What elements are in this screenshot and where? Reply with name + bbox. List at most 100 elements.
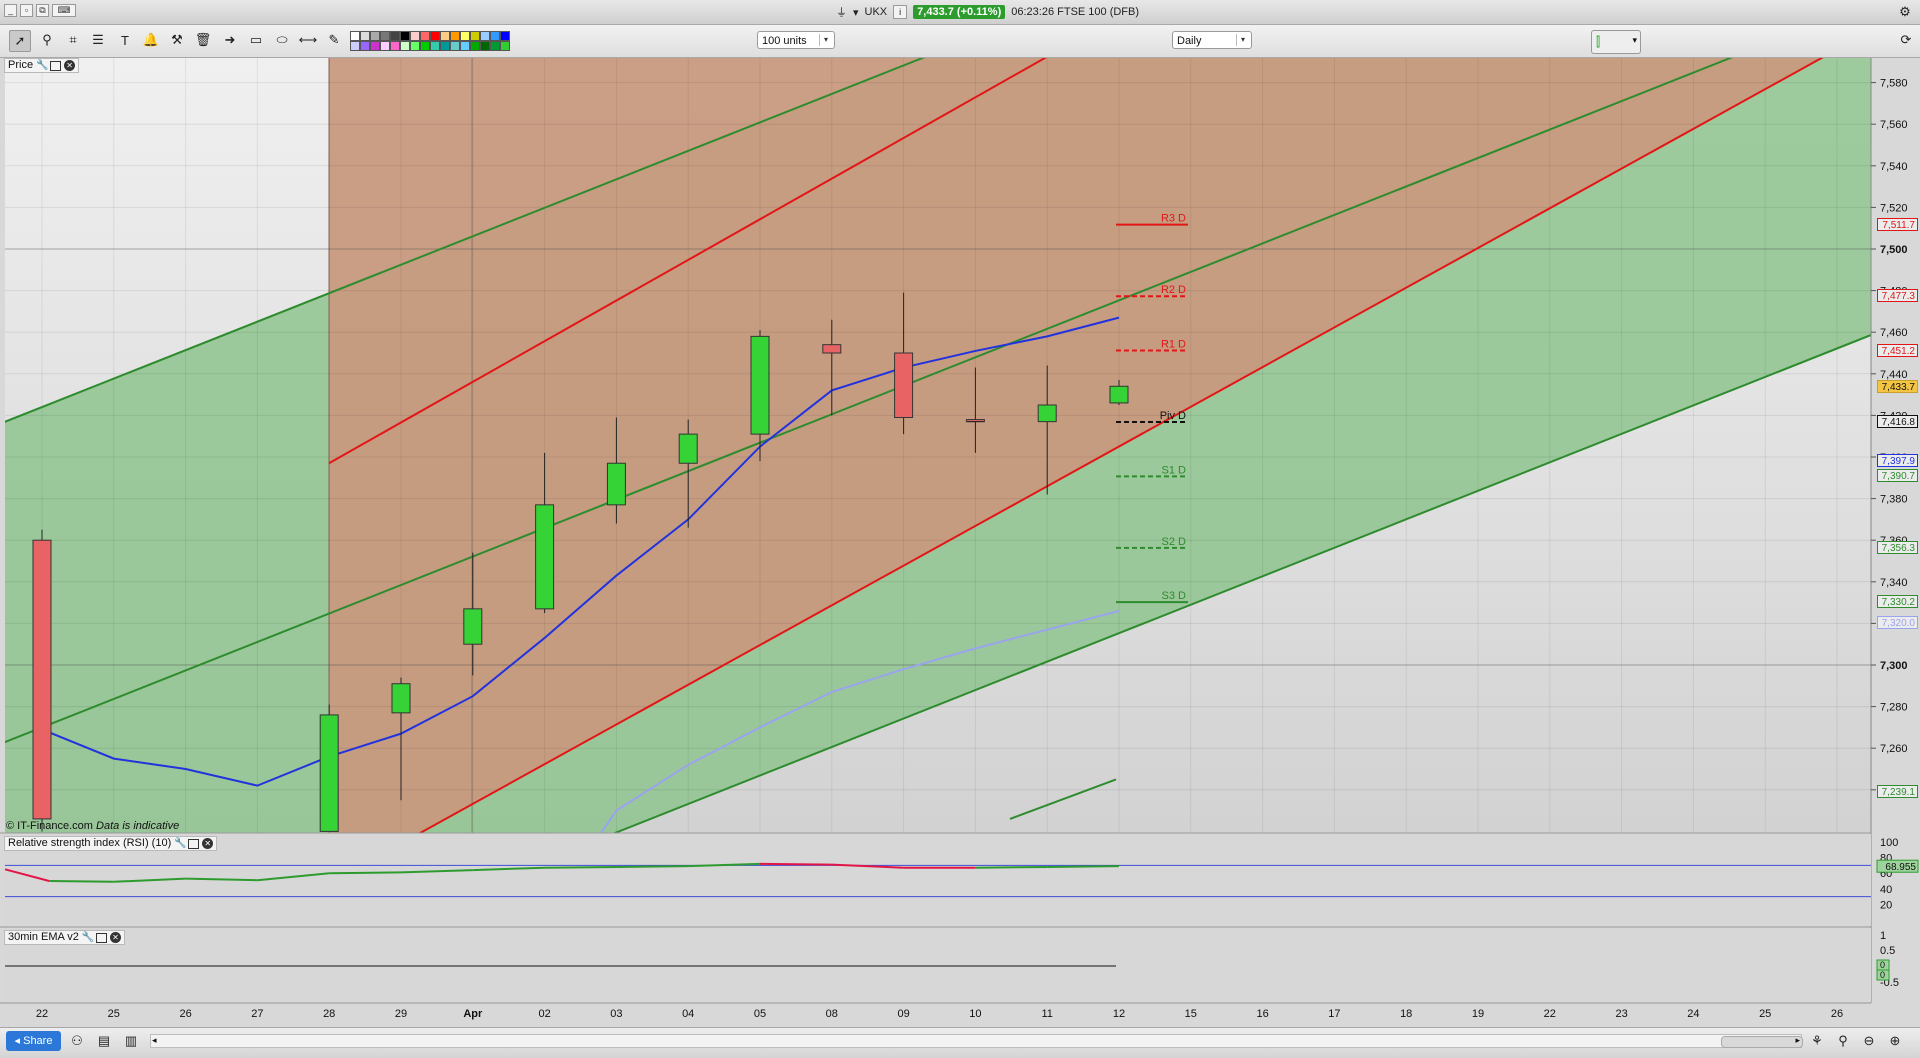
zoom-in-icon[interactable]: ⊕ (1886, 1032, 1904, 1050)
palette-swatch[interactable] (450, 41, 460, 51)
credit-note: Data is indicative (96, 820, 180, 832)
fib-icon[interactable]: ☰ (88, 30, 108, 50)
palette-swatch[interactable] (460, 41, 470, 51)
price-label-box: 7,330.2 (1877, 595, 1918, 609)
trash-icon[interactable]: 🗑 (193, 30, 213, 50)
palette-swatch[interactable] (350, 41, 360, 51)
palette-swatch[interactable] (500, 31, 510, 41)
price-label-text: Price (8, 59, 34, 71)
palette-swatch[interactable] (360, 41, 370, 51)
maximize-icon[interactable] (188, 838, 200, 849)
close-icon[interactable]: ✕ (64, 60, 76, 71)
chart-area[interactable]: R3 D R2 D R1 D Piv D S1 D S2 D S3 D 7,580 7,560… (0, 58, 1920, 1027)
palette-swatch[interactable] (480, 31, 490, 41)
palette-swatch[interactable] (390, 31, 400, 41)
interval-select[interactable]: Daily ▾ (1172, 31, 1252, 49)
x-tick-label: 24 (1687, 1008, 1699, 1020)
layout-icon[interactable]: ▤ (95, 1032, 113, 1050)
scroll-left-icon[interactable]: ◂ (152, 1035, 157, 1046)
palette-swatch[interactable] (490, 31, 500, 41)
x-tick-label: 02 (538, 1008, 550, 1020)
dropdown-icon[interactable]: ▾ (853, 6, 859, 19)
maximize-icon[interactable] (50, 60, 62, 71)
palette-swatch[interactable] (470, 31, 480, 41)
palette-swatch[interactable] (490, 41, 500, 51)
rsi-panel-background (5, 834, 1871, 926)
palette-swatch[interactable] (380, 41, 390, 51)
toolbar: ➚ ⚲ ⌗ ☰ T 🔔 ⚒ 🗑 ➜ ▭ ⬭ ⟷ ✎ 100 units ▾ Da… (0, 25, 1920, 58)
palette-swatch[interactable] (400, 31, 410, 41)
ellipse-icon[interactable]: ⬭ (272, 30, 292, 50)
wrench-icon[interactable]: 🔧 (82, 932, 94, 943)
x-tick-label: 04 (682, 1008, 694, 1020)
palette-swatch[interactable] (470, 41, 480, 51)
x-tick-label: 25 (1759, 1008, 1771, 1020)
palette-swatch[interactable] (350, 31, 360, 41)
drawing-toggle-icon[interactable]: ⚇ (68, 1032, 86, 1050)
text-icon[interactable]: T (115, 30, 135, 50)
chart-type-button[interactable]: ⫿ ▾ (1591, 30, 1641, 54)
palette-swatch[interactable] (390, 41, 400, 51)
x-tick-label: Apr (463, 1008, 483, 1020)
arrow-icon[interactable]: ➜ (220, 30, 240, 50)
palette-swatch[interactable] (370, 31, 380, 41)
wrench-icon[interactable]: 🔧 (174, 838, 186, 849)
pencil-icon[interactable]: ✎ (324, 30, 344, 50)
palette-swatch[interactable] (410, 41, 420, 51)
palette-swatch[interactable] (460, 31, 470, 41)
settings-icon[interactable]: ⚙ (1895, 2, 1915, 22)
chart-tool-icon[interactable]: ⌗ (63, 30, 83, 50)
units-select[interactable]: 100 units ▾ (757, 31, 835, 49)
x-tick-label: 22 (36, 1008, 48, 1020)
palette-swatch[interactable] (400, 41, 410, 51)
palette-swatch[interactable] (440, 41, 450, 51)
share-button[interactable]: ◂ Share (6, 1031, 61, 1051)
refresh-icon[interactable]: ⟳ (1896, 30, 1916, 50)
palette-swatch[interactable] (420, 31, 430, 41)
x-tick-label: 18 (1400, 1008, 1412, 1020)
chart-settings-icon[interactable]: ⚘ (1808, 1032, 1826, 1050)
y-tick-label: 7,340 (1880, 577, 1908, 589)
palette-swatch[interactable] (380, 31, 390, 41)
palette-swatch[interactable] (480, 41, 490, 51)
y-tick-label: 7,460 (1880, 327, 1908, 339)
palette-swatch[interactable] (410, 31, 420, 41)
horizontal-scrollbar[interactable]: ◂ ▸ (150, 1034, 1803, 1048)
candle-up (463, 608, 483, 645)
candle-up (750, 335, 770, 435)
palette-swatch[interactable] (500, 41, 510, 51)
rectangle-icon[interactable]: ▭ (246, 30, 266, 50)
pivot-label: Piv D (1160, 410, 1186, 422)
maximize-icon[interactable] (95, 932, 107, 943)
pointer-icon[interactable]: ➚ (9, 30, 31, 52)
zoom-fit-icon[interactable]: ⚲ (1834, 1032, 1852, 1050)
palette-swatch[interactable] (440, 31, 450, 41)
minimize-icon[interactable]: _ (4, 4, 17, 17)
rsi-line-segment (759, 862, 832, 866)
zoom-icon[interactable]: ⚲ (37, 30, 57, 50)
restore-icon[interactable]: ▫ (20, 4, 33, 17)
detach-icon[interactable]: ⧉ (36, 4, 49, 17)
palette-swatch[interactable] (370, 41, 380, 51)
palette-swatch[interactable] (420, 41, 430, 51)
info-icon[interactable]: i (893, 5, 908, 19)
ema-panel-background (5, 928, 1871, 1002)
palette-swatch[interactable] (430, 41, 440, 51)
palette-swatch[interactable] (430, 31, 440, 41)
palette-swatch[interactable] (360, 31, 370, 41)
close-icon[interactable]: ✕ (109, 932, 121, 943)
close-icon[interactable]: ✕ (202, 838, 214, 849)
scroll-thumb[interactable] (1721, 1036, 1803, 1048)
keyboard-icon[interactable]: ⌨ (52, 4, 76, 17)
price-label-box: 7,477.3 (1877, 289, 1918, 303)
price-label-box: 7,451.2 (1877, 343, 1918, 357)
zoom-out-icon[interactable]: ⊖ (1860, 1032, 1878, 1050)
wrench-icon[interactable]: 🔧 (36, 60, 48, 71)
palette-swatch[interactable] (450, 31, 460, 41)
panels-icon[interactable]: ▥ (122, 1032, 140, 1050)
alarm-icon[interactable]: 🔔 (141, 30, 161, 50)
x-tick-label: 27 (251, 1008, 263, 1020)
scroll-right-icon[interactable]: ▸ (1795, 1035, 1800, 1046)
hammer-icon[interactable]: ⚒ (167, 30, 187, 50)
segment-icon[interactable]: ⟷ (298, 30, 318, 50)
